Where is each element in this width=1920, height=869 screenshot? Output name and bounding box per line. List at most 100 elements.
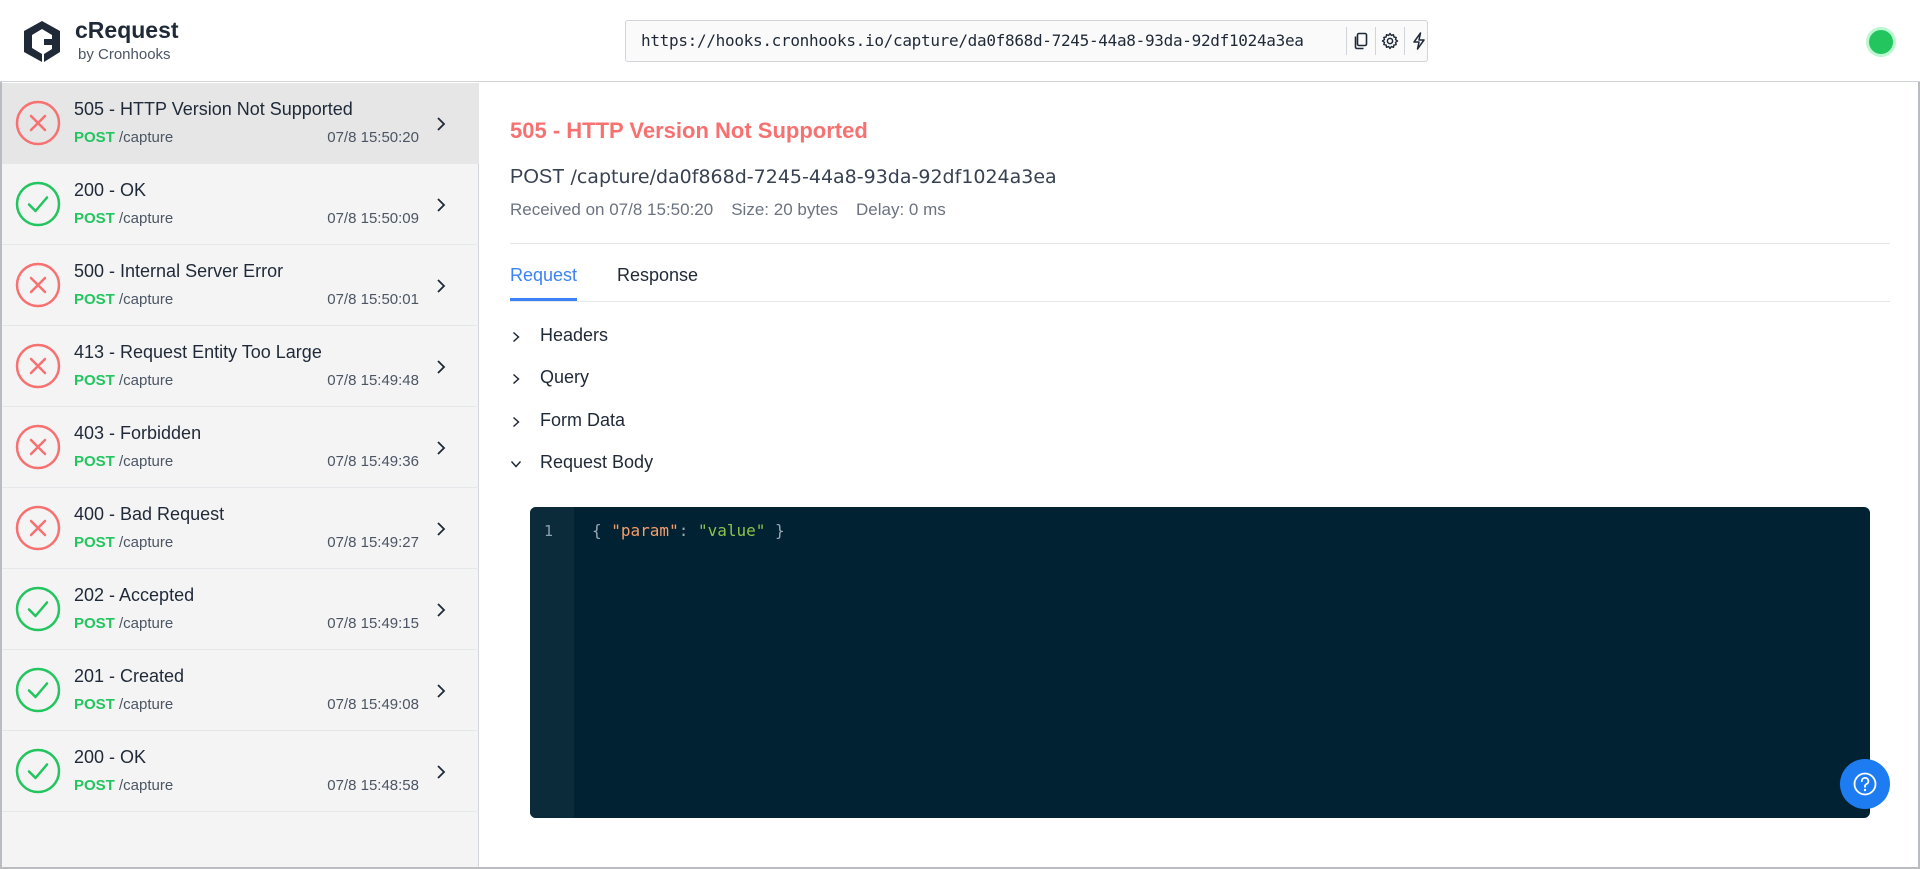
request-method: POST xyxy=(74,291,115,308)
request-line: POST/capture/da0f868d-7245-44a8-93da-92d… xyxy=(510,166,1057,189)
request-method: POST xyxy=(74,372,115,389)
request-status: 202 - Accepted xyxy=(74,585,195,605)
request-method: POST xyxy=(74,777,115,794)
request-size: Size: 20 bytes xyxy=(731,200,838,219)
success-check-icon xyxy=(15,667,61,713)
received-time: Received on 07/8 15:50:20 xyxy=(510,200,714,219)
error-circle-icon xyxy=(15,262,61,308)
request-path: /capture xyxy=(119,291,174,308)
section-label: Form Data xyxy=(540,410,626,430)
json-brace: { xyxy=(592,521,612,540)
request-list-item[interactable]: 200 - OK POST/capture 07/8 15:48:58 xyxy=(2,731,479,812)
chevron-right-icon xyxy=(512,373,520,385)
json-brace: } xyxy=(765,521,785,540)
request-list-item[interactable]: 201 - Created POST/capture 07/8 15:49:08 xyxy=(2,650,479,731)
request-list-item[interactable]: 403 - Forbidden POST/capture 07/8 15:49:36 xyxy=(2,407,479,488)
copy-icon xyxy=(1354,32,1367,50)
request-list-item[interactable]: 505 - HTTP Version Not Supported POST/cap… xyxy=(2,83,479,164)
success-check-icon xyxy=(15,181,61,227)
request-timestamp: 07/8 15:48:58 xyxy=(327,777,419,794)
error-circle-icon xyxy=(15,424,61,470)
chevron-right-icon xyxy=(437,117,446,131)
request-status: 413 - Request Entity Too Large xyxy=(74,342,322,362)
error-circle-icon xyxy=(15,343,61,389)
request-method: POST xyxy=(74,696,115,713)
section-label: Request Body xyxy=(540,452,654,472)
request-method: POST xyxy=(74,453,115,470)
brand-subtitle: by Cronhooks xyxy=(78,46,171,63)
chevron-right-icon xyxy=(512,416,520,428)
chevron-right-icon xyxy=(437,441,446,455)
request-method: POST xyxy=(74,129,115,146)
request-method: POST xyxy=(74,534,115,551)
gear-icon xyxy=(1381,32,1398,50)
request-status: 400 - Bad Request xyxy=(74,504,225,524)
capture-url-box[interactable]: https://hooks.cronhooks.io/capture/da0f8… xyxy=(625,20,1428,62)
error-circle-icon xyxy=(15,100,61,146)
chevron-right-icon xyxy=(437,603,446,617)
line-number-gutter xyxy=(530,507,574,818)
request-timestamp: 07/8 15:49:36 xyxy=(327,453,419,470)
json-key: "param" xyxy=(611,521,679,540)
request-list: 505 - HTTP Version Not Supported POST/cap… xyxy=(2,83,479,867)
divider xyxy=(510,243,1890,244)
success-check-icon xyxy=(15,586,61,632)
request-path: /capture xyxy=(119,129,174,146)
app-header: cRequest by Cronhooks https://hooks.cron… xyxy=(0,0,1920,82)
section-label: Query xyxy=(540,367,590,387)
chevron-right-icon xyxy=(437,360,446,374)
request-timestamp: 07/8 15:50:20 xyxy=(327,129,419,146)
trigger-button[interactable] xyxy=(1404,27,1432,55)
json-colon: : xyxy=(678,521,698,540)
chevron-right-icon xyxy=(437,765,446,779)
cronhooks-logo-icon xyxy=(24,21,60,62)
request-timestamp: 07/8 15:49:27 xyxy=(327,534,419,551)
request-status: 200 - OK xyxy=(74,180,147,200)
copy-url-button[interactable] xyxy=(1346,27,1374,55)
request-status: 505 - HTTP Version Not Supported xyxy=(74,99,353,119)
request-timestamp: 07/8 15:49:48 xyxy=(327,372,419,389)
request-list-item[interactable]: 500 - Internal Server Error POST/capture 0… xyxy=(2,245,479,326)
chevron-right-icon xyxy=(437,684,446,698)
chevron-right-icon xyxy=(437,198,446,212)
request-path: /capture xyxy=(119,210,174,227)
request-method: POST xyxy=(74,615,115,632)
request-method: POST xyxy=(510,166,565,188)
tab-response[interactable]: Response xyxy=(617,261,698,301)
request-delay: Delay: 0 ms xyxy=(856,200,946,219)
request-path: /capture xyxy=(119,777,174,794)
request-timestamp: 07/8 15:49:08 xyxy=(327,696,419,713)
request-path: /capture xyxy=(119,534,174,551)
capture-url-text[interactable]: https://hooks.cronhooks.io/capture/da0f8… xyxy=(641,31,1304,50)
request-meta: Received on 07/8 15:50:20 Size: 20 bytes D… xyxy=(510,200,964,220)
request-status: 201 - Created xyxy=(74,666,185,686)
request-list-item[interactable]: 202 - Accepted POST/capture 07/8 15:49:15 xyxy=(2,569,479,650)
request-method: POST xyxy=(74,210,115,227)
divider xyxy=(510,301,1890,302)
success-check-icon xyxy=(15,748,61,794)
code-line[interactable]: { "param": "value" } xyxy=(592,521,785,540)
help-button[interactable] xyxy=(1840,759,1890,809)
line-number: 1 xyxy=(544,522,554,540)
request-list-item[interactable]: 200 - OK POST/capture 07/8 15:50:09 xyxy=(2,164,479,245)
request-path: /capture xyxy=(119,615,174,632)
error-circle-icon xyxy=(15,505,61,551)
question-icon xyxy=(1853,772,1877,796)
request-timestamp: 07/8 15:50:09 xyxy=(327,210,419,227)
request-timestamp: 07/8 15:49:15 xyxy=(327,615,419,632)
connection-status-indicator xyxy=(1869,30,1893,54)
request-timestamp: 07/8 15:50:01 xyxy=(327,291,419,308)
json-value: "value" xyxy=(697,521,766,540)
request-list-item[interactable]: 400 - Bad Request POST/capture 07/8 15:49:… xyxy=(2,488,479,569)
request-status: 403 - Forbidden xyxy=(74,423,202,443)
request-body-editor[interactable]: 1 { "param": "value" } xyxy=(530,507,1870,818)
request-path: /capture xyxy=(119,696,174,713)
chevron-right-icon xyxy=(512,331,520,343)
settings-button[interactable] xyxy=(1375,27,1403,55)
request-status: 200 - OK xyxy=(74,747,147,767)
chevron-down-icon xyxy=(510,460,522,468)
chevron-right-icon xyxy=(437,279,446,293)
request-list-item[interactable]: 413 - Request Entity Too Large POST/captu… xyxy=(2,326,479,407)
tab-request[interactable]: Request xyxy=(510,261,578,301)
request-path: /capture xyxy=(119,453,174,470)
